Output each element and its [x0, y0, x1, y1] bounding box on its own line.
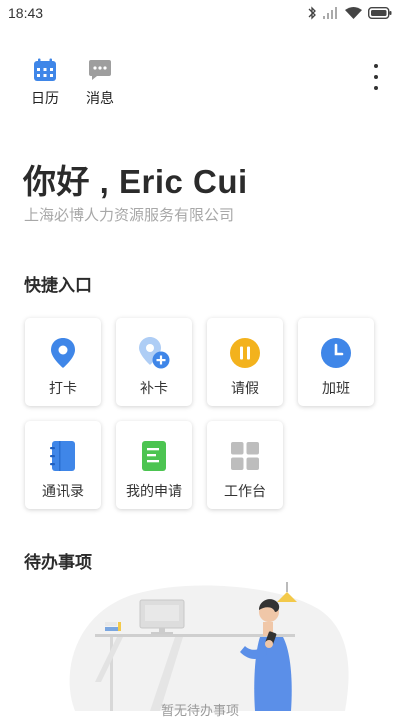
empty-todo-text: 暂无待办事项	[160, 704, 239, 719]
more-dot	[374, 86, 378, 90]
tile-label: 工作台	[224, 484, 266, 500]
calendar-nav-item[interactable]: 日历	[20, 58, 70, 108]
messages-label: 消息	[86, 91, 114, 107]
tile-label: 我的申请	[126, 484, 182, 500]
grid-icon	[228, 439, 262, 473]
tile-label: 通讯录	[42, 484, 84, 500]
empty-state-illustration	[55, 582, 355, 711]
greeting-title: 你好 , Eric Cui	[23, 163, 248, 200]
tile-label: 打卡	[49, 381, 77, 397]
more-menu-button[interactable]	[370, 64, 382, 90]
workbench-tile[interactable]: 工作台	[207, 421, 283, 509]
battery-icon	[368, 7, 392, 19]
tile-label: 请假	[231, 381, 259, 397]
signal-icon	[323, 7, 337, 19]
location-pin-icon	[46, 336, 80, 370]
overtime-tile[interactable]: 加班	[298, 318, 374, 406]
message-bubble-icon	[89, 60, 111, 80]
pause-icon	[228, 336, 262, 370]
tile-label: 补卡	[140, 381, 168, 397]
contacts-tile[interactable]: 通讯录	[25, 421, 101, 509]
messages-nav-item[interactable]: 消息	[75, 58, 125, 108]
calendar-icon	[34, 58, 56, 81]
todo-title: 待办事项	[24, 553, 92, 573]
clock-in-tile[interactable]: 打卡	[25, 318, 101, 406]
document-icon	[137, 439, 171, 473]
more-dot	[374, 64, 378, 68]
my-applications-tile[interactable]: 我的申请	[116, 421, 192, 509]
top-nav: 日历 消息	[0, 52, 400, 112]
leave-request-tile[interactable]: 请假	[207, 318, 283, 406]
tile-label: 加班	[322, 381, 350, 397]
status-time: 18:43	[8, 5, 44, 21]
calendar-label: 日历	[31, 91, 59, 107]
location-add-icon	[137, 336, 171, 370]
company-name: 上海必博人力资源服务有限公司	[24, 206, 235, 224]
more-dot	[374, 75, 378, 79]
quick-access-title: 快捷入口	[24, 276, 92, 296]
status-icons	[307, 6, 392, 20]
clock-icon	[319, 336, 353, 370]
status-bar: 18:43	[0, 0, 400, 28]
make-up-clock-in-tile[interactable]: 补卡	[116, 318, 192, 406]
contacts-book-icon	[46, 439, 80, 473]
wifi-icon	[345, 7, 362, 19]
bluetooth-icon	[308, 6, 316, 20]
